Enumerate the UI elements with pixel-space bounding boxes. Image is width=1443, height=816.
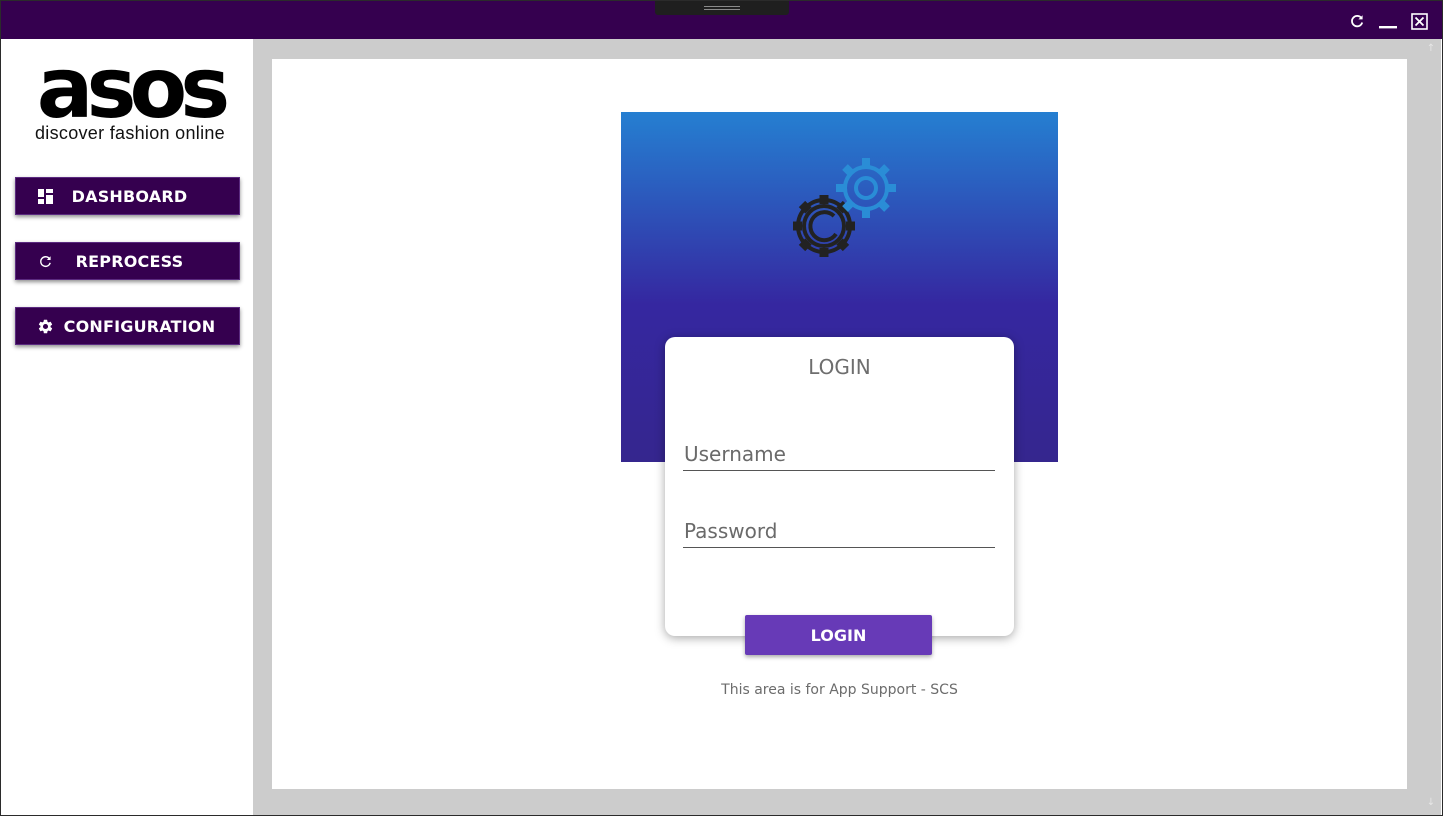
scroll-down-icon[interactable]: ↓	[1425, 797, 1437, 809]
logo-tagline: discover fashion online	[34, 123, 225, 143]
refresh-window-button[interactable]	[1346, 10, 1368, 32]
title-bar[interactable]	[1, 1, 1442, 39]
sidebar-item-dashboard[interactable]: DASHBOARD	[15, 177, 240, 215]
refresh-icon	[38, 254, 53, 269]
sidebar-item-configuration[interactable]: CONFIGURATION	[15, 307, 240, 345]
login-button[interactable]: LOGIN	[745, 615, 932, 655]
login-card: LOGIN	[665, 337, 1014, 636]
close-box-icon	[1410, 12, 1428, 30]
asos-logo: asos discover fashion online	[19, 45, 241, 145]
dashboard-icon	[38, 188, 53, 204]
login-title: LOGIN	[808, 355, 871, 379]
scroll-up-icon[interactable]: ↑	[1425, 43, 1437, 55]
username-field[interactable]	[683, 437, 995, 471]
sidebar-item-label: REPROCESS	[75, 251, 184, 271]
minimize-button[interactable]	[1377, 10, 1399, 32]
password-field[interactable]	[683, 514, 995, 548]
gear-icon	[37, 318, 54, 335]
app-window: asos discover fashion online DASHBOARD R…	[0, 0, 1443, 816]
sidebar-item-label: DASHBOARD	[71, 186, 188, 206]
support-note: This area is for App Support - SCS	[721, 682, 958, 698]
drag-handle[interactable]	[655, 1, 789, 15]
sidebar: asos discover fashion online DASHBOARD R…	[2, 39, 253, 815]
refresh-icon	[1351, 15, 1364, 28]
vertical-scrollbar[interactable]: ↑ ↓	[1421, 39, 1441, 815]
sidebar-item-label: CONFIGURATION	[63, 316, 216, 336]
close-button[interactable]	[1408, 10, 1430, 32]
logo-wordmark: asos	[36, 39, 230, 137]
gears-icon	[793, 158, 896, 257]
minimize-icon	[1379, 26, 1397, 29]
sidebar-item-reprocess[interactable]: REPROCESS	[15, 242, 240, 280]
